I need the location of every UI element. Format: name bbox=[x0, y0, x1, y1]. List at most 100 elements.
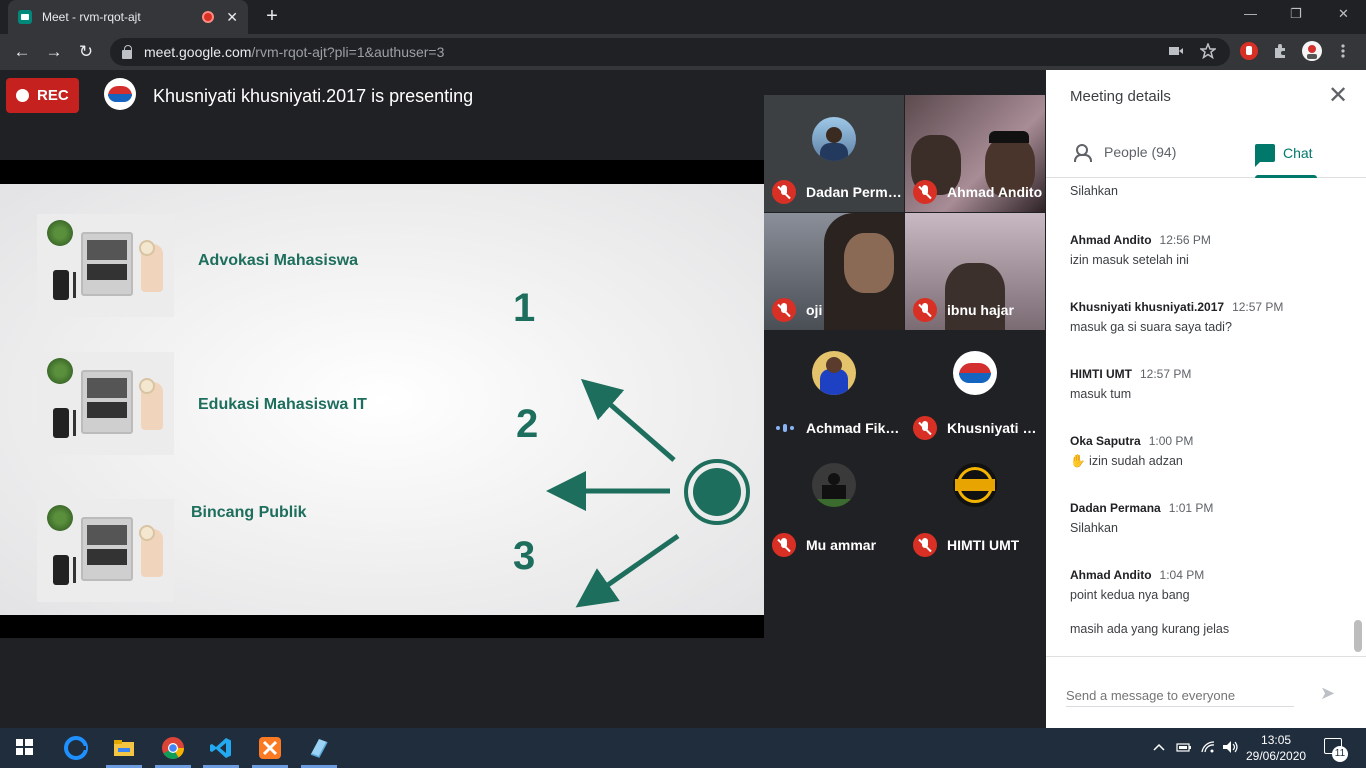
message-text: izin masuk setelah ini bbox=[1070, 253, 1189, 267]
edge-browser-icon[interactable] bbox=[64, 736, 88, 760]
mic-off-icon bbox=[913, 298, 937, 322]
tab-people-label: People (94) bbox=[1104, 144, 1177, 160]
windows-start-icon[interactable] bbox=[14, 736, 38, 760]
panel-title: Meeting details bbox=[1070, 88, 1171, 105]
restore-button[interactable]: ❐ bbox=[1290, 6, 1302, 22]
mic-off-icon bbox=[913, 533, 937, 557]
extensions-puzzle-icon[interactable] bbox=[1272, 43, 1288, 59]
chat-icon bbox=[1255, 144, 1275, 167]
participant-tile[interactable]: Mu ammar bbox=[764, 449, 904, 565]
new-tab-button[interactable]: + bbox=[260, 4, 284, 28]
mic-off-icon bbox=[772, 180, 796, 204]
address-bar[interactable]: meet.google.com /rvm-rqot-ajt?pli=1&auth… bbox=[110, 38, 1230, 66]
participant-grid: Dadan Perma... Ahmad Andito oji ibnu haj… bbox=[764, 95, 1046, 565]
bookmark-star-icon[interactable] bbox=[1200, 43, 1216, 59]
meet-favicon-icon bbox=[18, 10, 32, 24]
participant-avatar bbox=[812, 117, 856, 161]
browser-toolbar: ← → ↻ meet.google.com /rvm-rqot-ajt?pli=… bbox=[0, 34, 1366, 70]
participant-tile[interactable]: Ahmad Andito bbox=[905, 95, 1045, 212]
message-sender: Dadan Permana bbox=[1070, 501, 1161, 515]
presentation-slide: Advokasi Mahasiswa Edukasi Mahasiswa IT … bbox=[0, 184, 764, 615]
chat-message: Khusniyati khusniyati.2017 12:57 PM masuk… bbox=[1070, 300, 1283, 334]
participant-tile[interactable]: ibnu hajar bbox=[905, 213, 1045, 330]
message-time: 12:57 PM bbox=[1232, 300, 1284, 314]
message-sender: Ahmad Andito bbox=[1070, 568, 1152, 582]
url-host: meet.google.com bbox=[144, 44, 252, 60]
participant-name: Khusniyati kh... bbox=[947, 420, 1043, 436]
participant-name: Dadan Perma... bbox=[806, 184, 902, 200]
message-sender: Ahmad Andito bbox=[1070, 233, 1152, 247]
recording-button[interactable]: REC bbox=[6, 78, 79, 113]
file-explorer-icon[interactable] bbox=[112, 736, 136, 760]
tab-people[interactable]: People (94) bbox=[1074, 144, 1177, 162]
notification-count-badge: 11 bbox=[1332, 746, 1348, 762]
participant-name: Ahmad Andito bbox=[947, 184, 1043, 200]
chat-message: Ahmad Andito 1:04 PM point kedua nya bang bbox=[1070, 568, 1204, 602]
chat-message-input[interactable] bbox=[1066, 685, 1294, 707]
participant-avatar bbox=[812, 463, 856, 507]
participant-tile[interactable]: HIMTI UMT bbox=[905, 449, 1045, 565]
volume-icon[interactable] bbox=[1222, 740, 1240, 754]
message-text: masih ada yang kurang jelas bbox=[1070, 622, 1230, 636]
clock-date: 29/06/2020 bbox=[1246, 749, 1307, 763]
profile-avatar[interactable] bbox=[1302, 41, 1322, 61]
extension-hand-icon[interactable] bbox=[1240, 42, 1258, 60]
show-hidden-icons-icon[interactable] bbox=[1152, 740, 1166, 754]
chat-messages[interactable]: Silahkan Ahmad Andito 12:56 PM izin masuk… bbox=[1046, 178, 1366, 656]
participant-name: ibnu hajar bbox=[947, 302, 1014, 318]
message-text: masuk tum bbox=[1070, 387, 1132, 401]
message-time: 1:01 PM bbox=[1168, 501, 1214, 515]
participant-tile[interactable]: Dadan Perma... bbox=[764, 95, 904, 212]
tab-close-icon[interactable]: ✕ bbox=[226, 9, 238, 26]
camera-icon[interactable] bbox=[1168, 44, 1184, 58]
presenter-logo bbox=[104, 78, 136, 110]
xampp-icon[interactable] bbox=[258, 736, 282, 760]
mic-off-icon bbox=[772, 533, 796, 557]
battery-icon[interactable] bbox=[1176, 740, 1192, 754]
lock-icon bbox=[122, 44, 132, 59]
message-text: masuk ga si suara saya tadi? bbox=[1070, 320, 1232, 334]
vscode-icon[interactable] bbox=[209, 736, 233, 760]
mic-off-icon bbox=[913, 416, 937, 440]
message-text: point kedua nya bang bbox=[1070, 588, 1190, 602]
participant-name: oji bbox=[806, 302, 823, 318]
browser-tab[interactable]: Meet - rvm-rqot-ajt ✕ bbox=[8, 0, 248, 34]
panel-tabs: People (94) Chat bbox=[1046, 130, 1366, 178]
message-sender: HIMTI UMT bbox=[1070, 367, 1132, 381]
rec-label: REC bbox=[37, 87, 69, 104]
window-close-button[interactable]: ✕ bbox=[1338, 6, 1349, 22]
wifi-icon[interactable] bbox=[1200, 740, 1216, 754]
message-text: Silahkan bbox=[1070, 184, 1118, 198]
participant-tile[interactable]: Achmad Fikri ... bbox=[764, 331, 904, 448]
close-panel-icon[interactable]: ✕ bbox=[1328, 84, 1348, 108]
back-button[interactable]: ← bbox=[6, 42, 38, 62]
participant-tile[interactable]: oji bbox=[764, 213, 904, 330]
participant-tile[interactable]: Khusniyati kh... bbox=[905, 331, 1045, 448]
participant-name: HIMTI UMT bbox=[947, 537, 1020, 553]
chat-message: Ahmad Andito 12:56 PM izin masuk setelah … bbox=[1070, 233, 1211, 267]
mic-off-icon bbox=[772, 298, 796, 322]
browser-tab-strip: Meet - rvm-rqot-ajt ✕ + — ❐ ✕ bbox=[0, 0, 1366, 34]
participant-avatar bbox=[953, 351, 997, 395]
forward-button[interactable]: → bbox=[38, 42, 70, 62]
system-clock[interactable]: 13:05 29/06/2020 bbox=[1246, 732, 1306, 764]
chat-compose: ➤ bbox=[1046, 656, 1366, 728]
presenting-banner: Khusniyati khusniyati.2017 is presenting bbox=[153, 86, 474, 106]
chrome-icon[interactable] bbox=[161, 736, 185, 760]
minimize-button[interactable]: — bbox=[1244, 6, 1257, 21]
meeting-details-panel: Meeting details ✕ People (94) Chat Silah… bbox=[1046, 70, 1366, 728]
message-text: ✋ izin sudah adzan bbox=[1070, 454, 1183, 468]
mic-off-icon bbox=[913, 180, 937, 204]
chat-scrollbar[interactable] bbox=[1354, 620, 1362, 652]
browser-menu-icon[interactable] bbox=[1340, 43, 1346, 59]
send-icon[interactable]: ➤ bbox=[1320, 683, 1335, 704]
message-sender: Khusniyati khusniyati.2017 bbox=[1070, 300, 1225, 314]
chat-message: Oka Saputra 1:00 PM ✋ izin sudah adzan bbox=[1070, 434, 1193, 469]
tab-chat[interactable]: Chat bbox=[1255, 144, 1313, 167]
message-sender: Oka Saputra bbox=[1070, 434, 1141, 448]
app-icon[interactable] bbox=[307, 736, 331, 760]
chat-message: HIMTI UMT 12:57 PM masuk tum bbox=[1070, 367, 1191, 401]
reload-button[interactable]: ↻ bbox=[70, 42, 102, 62]
clock-time: 13:05 bbox=[1261, 733, 1292, 747]
speaking-indicator-icon bbox=[776, 424, 794, 432]
